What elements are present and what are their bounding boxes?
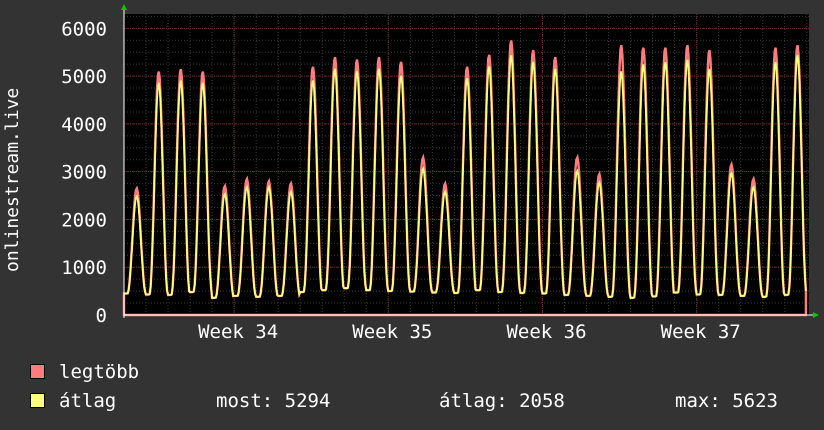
y-tick-label: 5000 bbox=[61, 66, 107, 88]
stat-now: most: 5294 bbox=[216, 390, 331, 412]
y-tick-label: 0 bbox=[96, 305, 107, 327]
x-tick-label: Week 37 bbox=[661, 321, 741, 343]
legend-max: legtöbb bbox=[30, 361, 139, 383]
legend-max-swatch bbox=[30, 364, 45, 379]
x-axis-arrow bbox=[813, 312, 819, 318]
y-tick-labels: 0 1000 2000 3000 4000 5000 6000 bbox=[61, 18, 107, 327]
x-tick-labels: Week 34 Week 35 Week 36 Week 37 bbox=[198, 321, 741, 343]
y-tick-label: 2000 bbox=[61, 209, 107, 231]
stat-max: max: 5623 bbox=[675, 390, 778, 412]
legend-max-label: legtöbb bbox=[59, 361, 140, 383]
x-tick-label: Week 36 bbox=[506, 321, 586, 343]
legend-avg: átlag bbox=[30, 390, 116, 412]
y-tick-label: 4000 bbox=[61, 114, 107, 136]
y-tick-label: 6000 bbox=[61, 18, 107, 40]
y-axis-label: onlinestream.live bbox=[2, 87, 23, 272]
y-tick-label: 3000 bbox=[61, 162, 107, 184]
x-tick-label: Week 34 bbox=[198, 321, 278, 343]
y-tick-label: 1000 bbox=[61, 257, 107, 279]
plot-background bbox=[124, 14, 809, 315]
legend-avg-swatch bbox=[30, 393, 45, 408]
legend-avg-label: átlag bbox=[59, 390, 117, 412]
y-axis-arrow bbox=[121, 4, 127, 10]
x-tick-label: Week 35 bbox=[352, 321, 432, 343]
stat-avg: átlag: 2058 bbox=[439, 390, 565, 412]
